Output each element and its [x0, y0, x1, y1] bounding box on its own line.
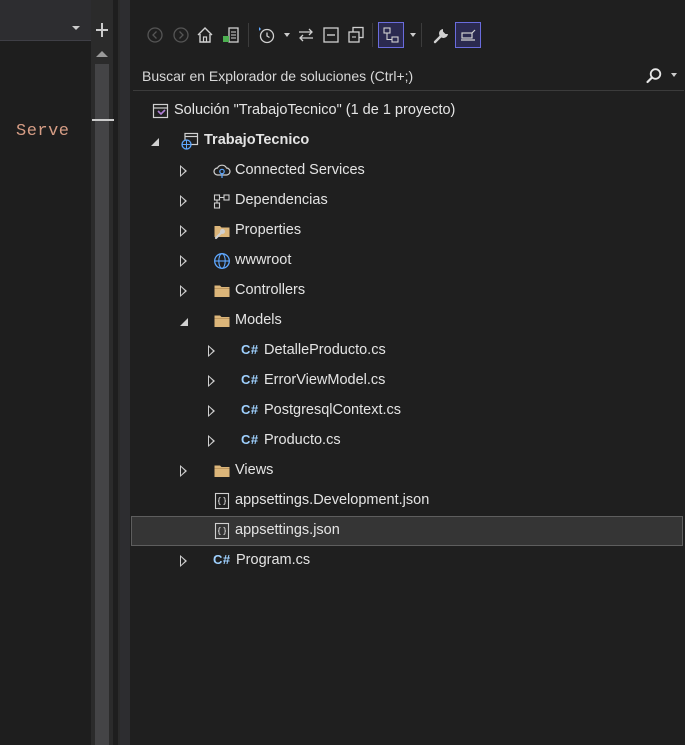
split-icon-stem: [101, 23, 103, 37]
tree-item-appsettings[interactable]: appsettings.json: [131, 516, 683, 546]
tree-item-label: Solución "TrabajoTecnico" (1 de 1 proyec…: [174, 102, 456, 118]
properties-wrench-icon[interactable]: [430, 23, 454, 47]
pending-changes-filter-icon[interactable]: [254, 23, 278, 47]
tree-item-label: appsettings.Development.json: [235, 492, 430, 508]
chevron-down-icon[interactable]: [671, 73, 677, 77]
tree-item-label: TrabajoTecnico: [204, 132, 310, 148]
collapsed-arrow-icon[interactable]: [208, 345, 215, 357]
tree-item-label: ErrorViewModel.cs: [264, 372, 386, 388]
sync-with-active-document-icon[interactable]: [294, 23, 318, 47]
tree-item-wwwroot[interactable]: wwwroot: [131, 246, 683, 276]
toolbar-separator: [372, 23, 373, 47]
collapsed-arrow-icon[interactable]: [180, 285, 187, 297]
tree-item-properties[interactable]: Properties: [131, 216, 683, 246]
search-input[interactable]: [142, 67, 622, 85]
tree-item-detalleproducto[interactable]: C# DetalleProducto.cs: [131, 336, 683, 366]
split-window-handle[interactable]: [91, 20, 113, 40]
toolbar-separator: [421, 23, 422, 47]
folder-icon: [213, 312, 231, 330]
divider: [118, 0, 120, 745]
tree-item-label: Properties: [235, 222, 302, 238]
tree-item-models[interactable]: Models: [131, 306, 683, 336]
collapsed-arrow-icon[interactable]: [180, 225, 187, 237]
search-icon[interactable]: [645, 67, 663, 89]
tree-item-producto[interactable]: C# Producto.cs: [131, 426, 683, 456]
switch-views-icon[interactable]: [219, 23, 243, 47]
divider: [0, 40, 91, 41]
collapsed-arrow-icon[interactable]: [180, 195, 187, 207]
tree-item-label: Dependencias: [235, 192, 328, 208]
tree-item-connected-services[interactable]: Connected Services: [131, 156, 683, 186]
csharp-file-icon: C#: [241, 342, 259, 357]
dependencies-icon: [213, 192, 231, 210]
folder-icon: [213, 282, 231, 300]
solution-icon: [152, 102, 170, 120]
globe-icon: [213, 252, 231, 270]
preview-selected-items-icon[interactable]: [378, 22, 404, 48]
search-bar: [133, 60, 684, 91]
home-icon[interactable]: [193, 23, 217, 47]
tree-item-label: wwwroot: [235, 252, 292, 268]
expanded-arrow-icon[interactable]: [180, 318, 188, 326]
tree-item-label: DetalleProducto.cs: [264, 342, 386, 358]
solution-explorer-toolbar: [130, 0, 685, 60]
web-project-icon: [181, 132, 199, 150]
tree-item-errorviewmodel[interactable]: C# ErrorViewModel.cs: [131, 366, 683, 396]
tree-item-label: Connected Services: [235, 162, 365, 178]
show-all-files-icon[interactable]: [344, 23, 368, 47]
editor-navigation-bar: [0, 0, 91, 40]
connected-services-icon: [213, 162, 231, 180]
csharp-file-icon: C#: [241, 372, 259, 387]
collapsed-arrow-icon[interactable]: [180, 255, 187, 267]
tree-item-label: Program.cs: [236, 552, 311, 568]
collapsed-arrow-icon[interactable]: [208, 405, 215, 417]
solution-explorer: Solución "TrabajoTecnico" (1 de 1 proyec…: [130, 0, 685, 745]
chevron-down-icon[interactable]: [410, 33, 416, 37]
panel-splitter[interactable]: [118, 0, 130, 745]
scroll-up-arrow-icon[interactable]: [96, 51, 108, 57]
collapse-all-icon[interactable]: [319, 23, 343, 47]
tree-item-controllers[interactable]: Controllers: [131, 276, 683, 306]
scroll-position-marker: [92, 119, 114, 121]
folder-icon: [213, 462, 231, 480]
tree-item-label: Models: [235, 312, 282, 328]
back-icon[interactable]: [143, 23, 167, 47]
tree-item-label: appsettings.json: [235, 522, 340, 538]
properties-folder-icon: [213, 222, 231, 240]
json-file-icon: [213, 492, 231, 510]
tree-item-project[interactable]: TrabajoTecnico: [131, 126, 683, 156]
csharp-file-icon: C#: [241, 402, 259, 417]
collapsed-arrow-icon[interactable]: [180, 165, 187, 177]
tree-item-dependencias[interactable]: Dependencias: [131, 186, 683, 216]
tree-item-label: Producto.cs: [264, 432, 341, 448]
collapsed-arrow-icon[interactable]: [208, 435, 215, 447]
tree-item-program[interactable]: C# Program.cs: [131, 546, 683, 576]
editor-code-text[interactable]: Serve: [16, 122, 70, 141]
collapsed-arrow-icon[interactable]: [180, 465, 187, 477]
expanded-arrow-icon[interactable]: [151, 138, 159, 146]
csharp-file-icon: C#: [213, 552, 231, 567]
preview-pane-icon[interactable]: [455, 22, 481, 48]
tree-item-label: Views: [235, 462, 274, 478]
tree-item-label: PostgresqlContext.cs: [264, 402, 402, 418]
toolbar-separator: [248, 23, 249, 47]
chevron-down-icon[interactable]: [284, 33, 290, 37]
chevron-down-icon[interactable]: [72, 26, 80, 30]
tree-item-views[interactable]: Views: [131, 456, 683, 486]
tree-item-postgresqlcontext[interactable]: C# PostgresqlContext.cs: [131, 396, 683, 426]
csharp-file-icon: C#: [241, 432, 259, 447]
tree-item-label: Controllers: [235, 282, 306, 298]
collapsed-arrow-icon[interactable]: [180, 555, 187, 567]
tree-item-appsettings-development[interactable]: appsettings.Development.json: [131, 486, 683, 516]
tree-item-solution[interactable]: Solución "TrabajoTecnico" (1 de 1 proyec…: [131, 96, 683, 126]
forward-icon[interactable]: [169, 23, 193, 47]
json-file-icon: [213, 522, 231, 540]
collapsed-arrow-icon[interactable]: [208, 375, 215, 387]
scrollbar-thumb[interactable]: [95, 64, 109, 745]
